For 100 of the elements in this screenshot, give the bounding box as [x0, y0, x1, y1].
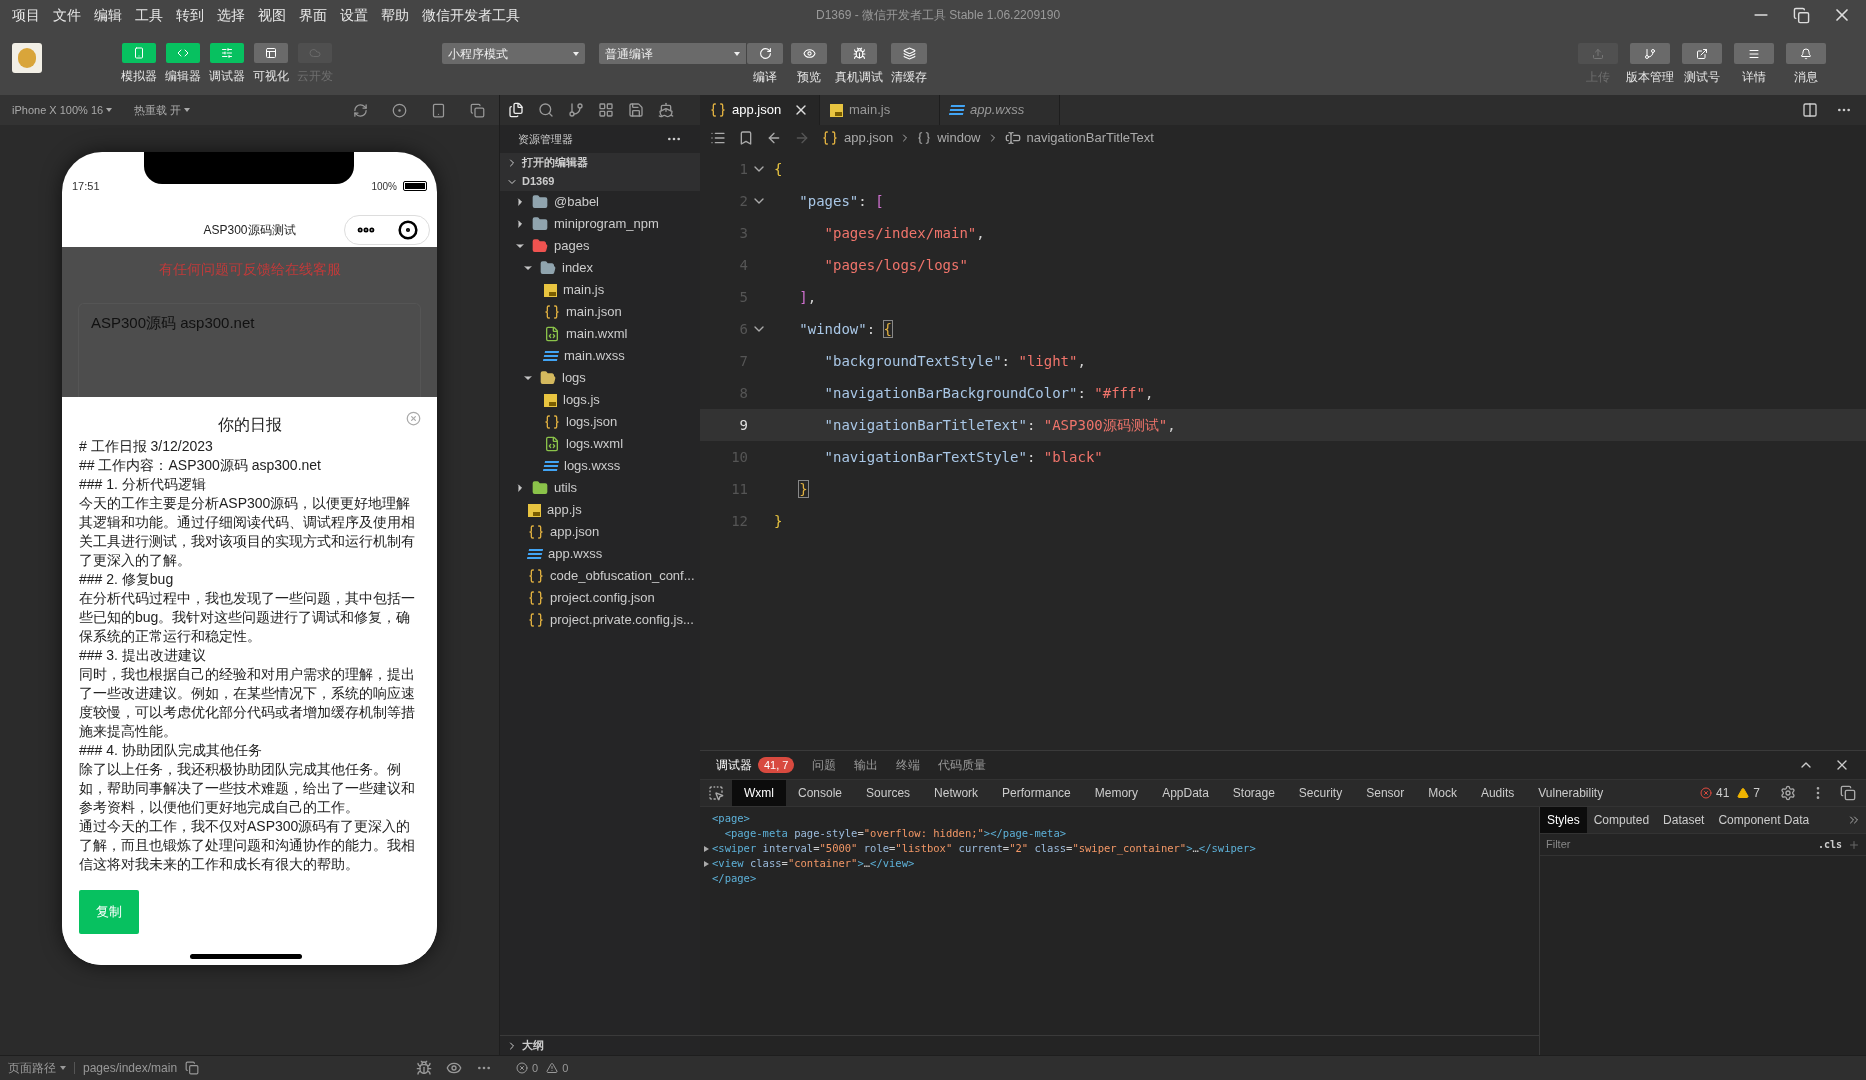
filter-field[interactable]: Filter: [1546, 836, 1812, 853]
record-icon[interactable]: [392, 102, 407, 118]
devtools-tab[interactable]: Network: [922, 780, 991, 806]
device-select[interactable]: iPhone X 100% 16: [12, 101, 113, 119]
wxml-node[interactable]: </page>: [712, 870, 757, 887]
file-tree-item[interactable]: main.json: [500, 301, 700, 323]
devtools-tab[interactable]: Memory: [1082, 780, 1151, 806]
styles-tab[interactable]: Styles: [1540, 807, 1587, 833]
files-icon[interactable]: [508, 102, 524, 118]
panel-tab[interactable]: 调试器 41, 7: [716, 756, 795, 774]
file-tree-item[interactable]: logs.wxml: [500, 433, 700, 455]
file-tree-item[interactable]: app.json: [500, 521, 700, 543]
devtools-tab[interactable]: Storage: [1220, 780, 1287, 806]
menu-item[interactable]: 微信开发者工具: [422, 4, 520, 26]
styles-tab[interactable]: Component Data: [1711, 807, 1817, 833]
breadcrumb-item[interactable]: window: [937, 127, 981, 148]
expand-arrow-icon[interactable]: [704, 860, 709, 867]
devtools-tab[interactable]: Audits: [1468, 780, 1527, 806]
editor-tab[interactable]: app.json: [700, 95, 820, 125]
panel-tab[interactable]: 代码质量: [938, 756, 987, 774]
devtools-tab[interactable]: Sources: [854, 780, 923, 806]
file-tree-item[interactable]: utils: [500, 477, 700, 499]
file-tree-item[interactable]: logs.wxss: [500, 455, 700, 477]
bookmark-icon[interactable]: [738, 129, 754, 146]
devtools-tab[interactable]: Console: [786, 780, 855, 806]
section-header[interactable]: 打开的编辑器: [500, 153, 700, 172]
wxml-node[interactable]: <view class="container">…</view>: [712, 855, 915, 872]
view-toggle-button[interactable]: 可视化: [254, 43, 288, 85]
settings-icon[interactable]: [1780, 785, 1796, 801]
eye-icon[interactable]: [446, 1060, 462, 1076]
file-tree-item[interactable]: project.config.json: [500, 587, 700, 609]
menu-item[interactable]: 文件: [53, 4, 81, 26]
file-tree-item[interactable]: main.js: [500, 279, 700, 301]
view-toggle-button[interactable]: 模拟器: [122, 43, 156, 85]
grid-icon[interactable]: [598, 102, 614, 118]
file-tree-item[interactable]: main.wxss: [500, 345, 700, 367]
inspect-icon[interactable]: [708, 785, 724, 801]
menu-item[interactable]: 选择: [217, 4, 245, 26]
wxml-node[interactable]: <page>: [712, 810, 750, 827]
bug-icon[interactable]: [416, 1060, 432, 1076]
menu-item[interactable]: 设置: [340, 4, 368, 26]
save-icon[interactable]: [628, 102, 644, 118]
panel-tab[interactable]: 问题: [812, 756, 837, 774]
toolbar-action-button[interactable]: 真机调试: [835, 43, 883, 86]
toolbar-action-button[interactable]: 预览: [791, 43, 827, 86]
panel-tab[interactable]: 输出: [854, 756, 879, 774]
hot-reload-select[interactable]: 热重载 开: [134, 101, 191, 119]
styles-tab[interactable]: Dataset: [1656, 807, 1712, 833]
menu-item[interactable]: 视图: [258, 4, 286, 26]
styles-tab[interactable]: Computed: [1586, 807, 1657, 833]
cls-toggle[interactable]: .cls: [1817, 837, 1842, 852]
compile-select[interactable]: 普通编译: [599, 43, 746, 64]
file-tree-item[interactable]: project.private.config.js...: [500, 609, 700, 631]
view-toggle-button[interactable]: 调试器: [210, 43, 244, 85]
toolbar-action-button[interactable]: 详情: [1734, 43, 1774, 86]
toolbar-action-button[interactable]: 消息: [1786, 43, 1826, 86]
file-tree-item[interactable]: logs: [500, 367, 700, 389]
branch-icon[interactable]: [568, 102, 584, 118]
menu-item[interactable]: 转到: [176, 4, 204, 26]
devtools-tab[interactable]: Vulnerability: [1526, 780, 1616, 806]
file-tree-item[interactable]: app.wxss: [500, 543, 700, 565]
expand-arrow-icon[interactable]: [704, 845, 709, 852]
menu-item[interactable]: 帮助: [381, 4, 409, 26]
wxml-node[interactable]: <swiper interval="5000" role="listbox" current="2" class="swiper_container">…</swiper>: [712, 840, 1256, 857]
copy-icon[interactable]: [185, 1061, 200, 1075]
devtools-tab[interactable]: Security: [1286, 780, 1355, 806]
menu-item[interactable]: 工具: [135, 4, 163, 26]
devtools-tab[interactable]: Mock: [1416, 780, 1469, 806]
file-tree-item[interactable]: logs.json: [500, 411, 700, 433]
breadcrumb-item[interactable]: app.json: [844, 127, 894, 148]
ship-icon[interactable]: [658, 102, 674, 118]
menu-item[interactable]: 界面: [299, 4, 327, 26]
dock-icon[interactable]: [1840, 785, 1856, 801]
restore-icon[interactable]: [1793, 6, 1810, 24]
view-toggle-button[interactable]: 编辑器: [166, 43, 200, 85]
panel-tab[interactable]: 终端: [896, 756, 921, 774]
mode-select[interactable]: 小程序模式: [442, 43, 585, 64]
file-tree-item[interactable]: miniprogram_npm: [500, 213, 700, 235]
toolbar-action-button[interactable]: 编译: [747, 43, 783, 86]
refresh-icon[interactable]: [353, 102, 368, 118]
menu-item[interactable]: 项目: [12, 4, 40, 26]
toolbar-action-button[interactable]: 清缓存: [891, 43, 927, 86]
page-path-select[interactable]: 页面路径: [8, 1059, 66, 1077]
devtools-tab[interactable]: Wxml: [732, 780, 786, 806]
wxml-node[interactable]: <page-meta page-style="overflow: hidden;"></page-meta>: [712, 825, 1067, 842]
file-tree-item[interactable]: main.wxml: [500, 323, 700, 345]
search-icon[interactable]: [538, 102, 554, 118]
toolbar-action-button[interactable]: 测试号: [1682, 43, 1722, 86]
file-tree-item[interactable]: code_obfuscation_conf...: [500, 565, 700, 587]
phone-icon[interactable]: [431, 102, 446, 118]
breadcrumb-item[interactable]: navigationBarTitleText: [1026, 127, 1154, 148]
devtools-tab[interactable]: Sensor: [1354, 780, 1417, 806]
devtools-tab[interactable]: Performance: [990, 780, 1083, 806]
devtools-tab[interactable]: AppData: [1150, 780, 1221, 806]
window-icon[interactable]: [470, 102, 485, 118]
file-tree-item[interactable]: logs.js: [500, 389, 700, 411]
file-tree-item[interactable]: index: [500, 257, 700, 279]
menu-item[interactable]: 编辑: [94, 4, 122, 26]
file-tree-item[interactable]: @babel: [500, 191, 700, 213]
split-editor-icon[interactable]: [1802, 102, 1818, 118]
